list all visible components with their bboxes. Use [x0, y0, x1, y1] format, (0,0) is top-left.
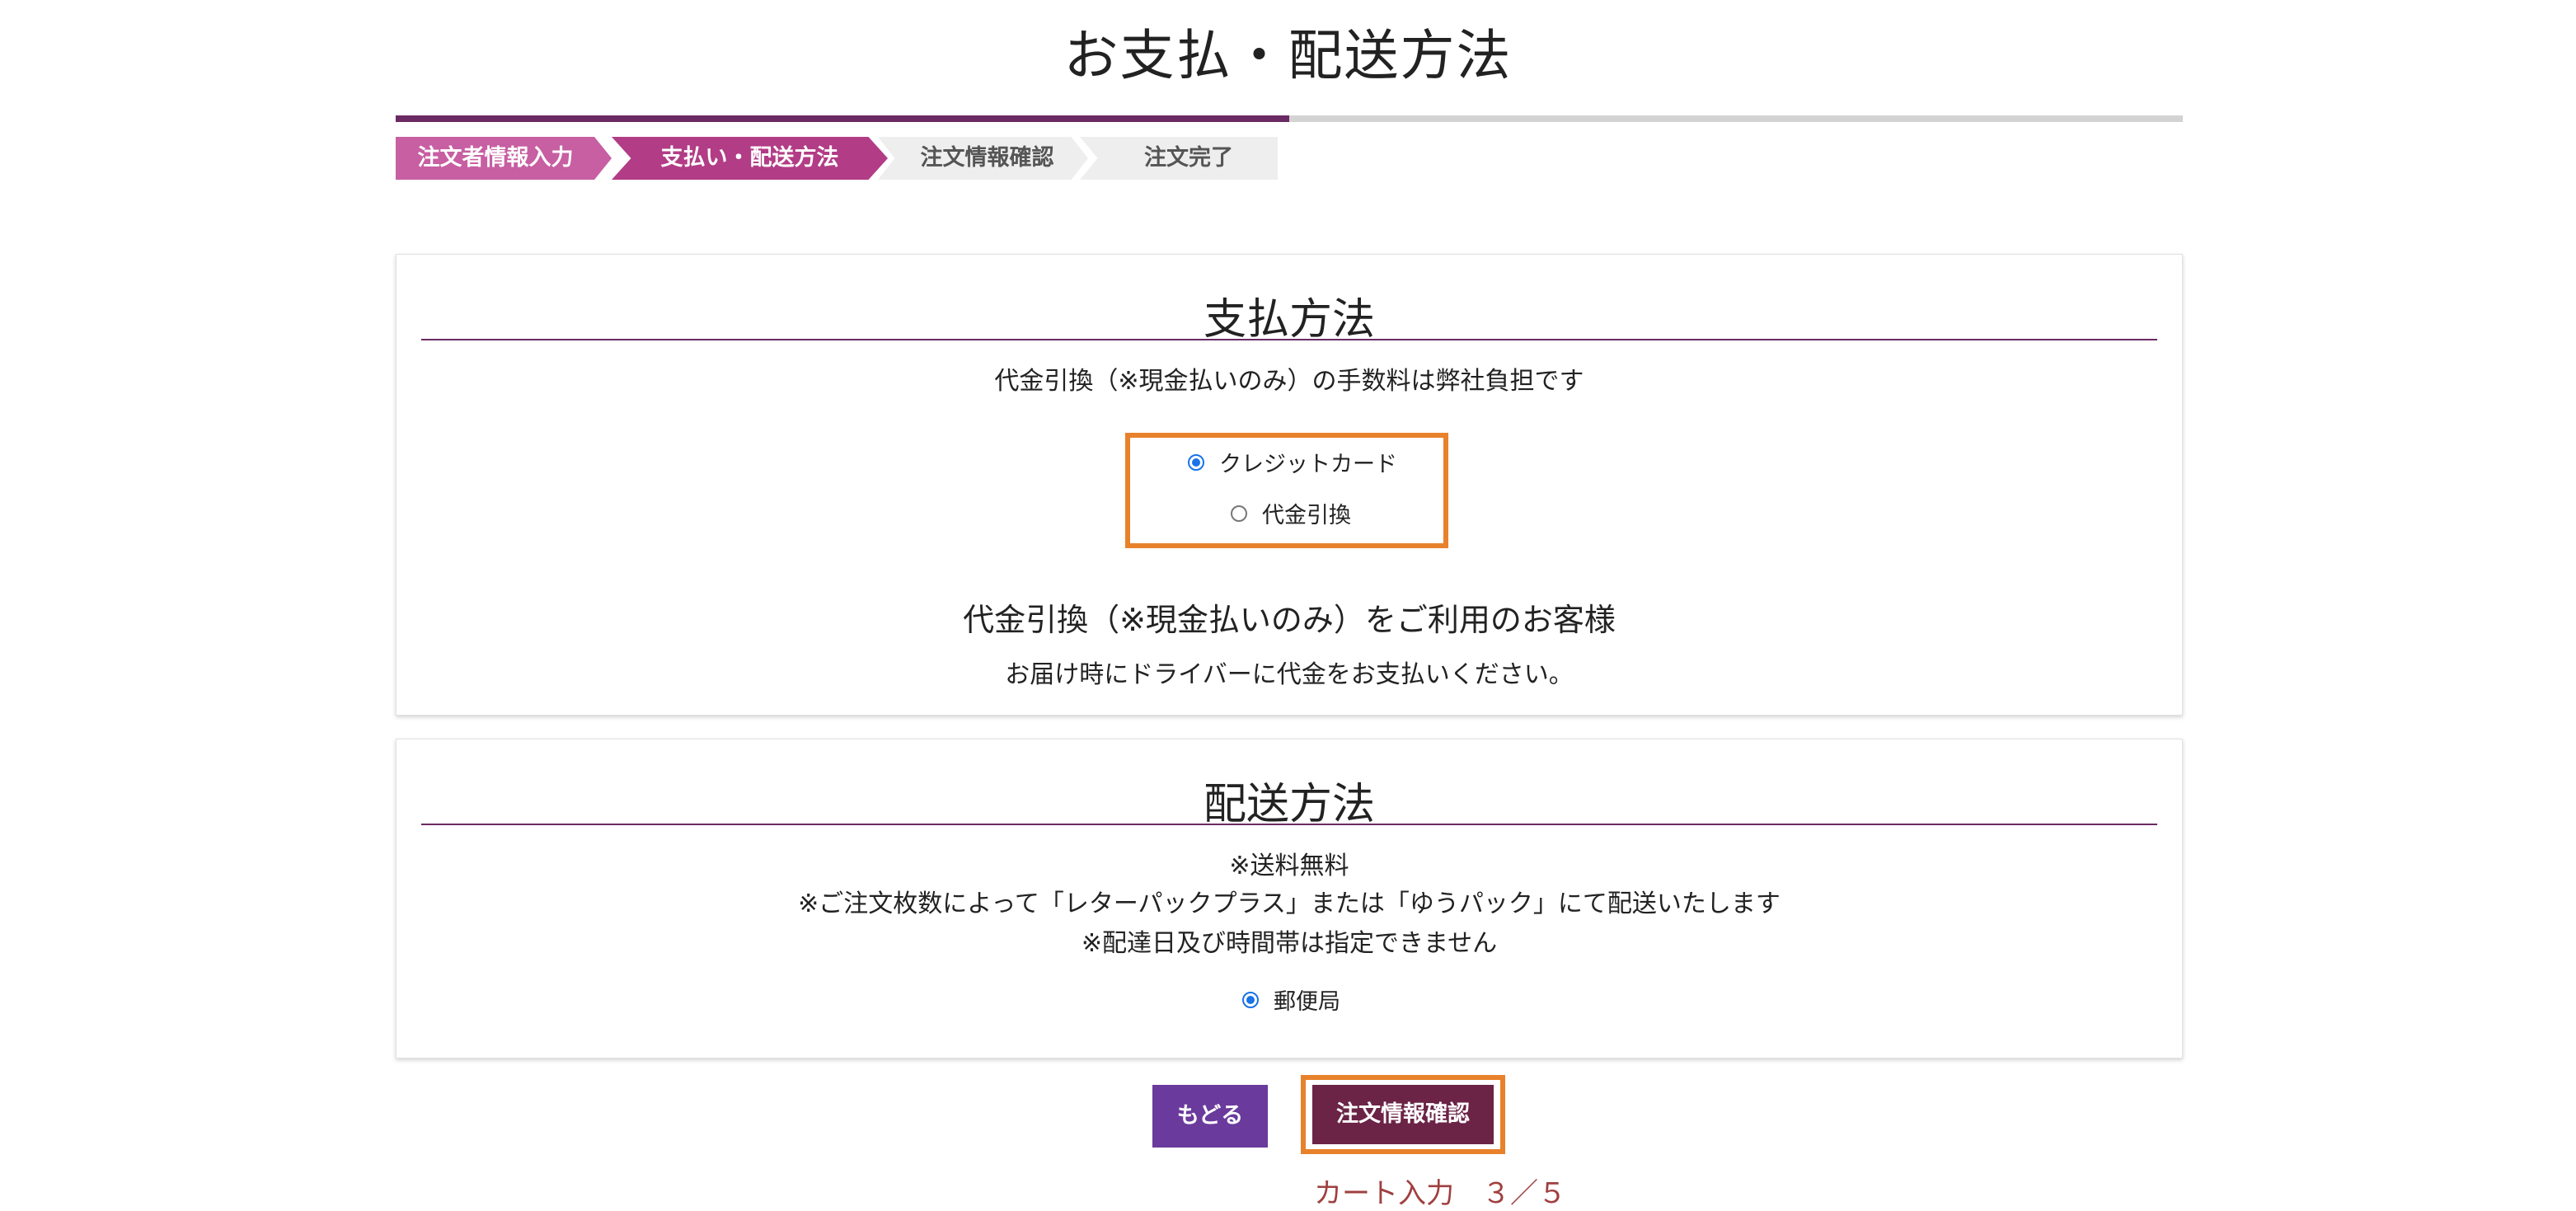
shipping-note-no-date: ※配達日及び時間帯は指定できません [1081, 929, 1498, 958]
shipping-method-panel: 配送方法 ※送料無料 ※ご注文枚数によって「レターパックプラス」または「ゆうパッ… [396, 739, 2183, 1058]
credit-card-radio[interactable] [1188, 453, 1204, 471]
confirm-button-highlight: 注文情報確認 [1301, 1075, 1505, 1154]
step-order-complete: 注文完了 [1080, 137, 1278, 180]
payment-option-credit-card[interactable]: クレジットカード [1188, 446, 1397, 478]
post-office-label: 郵便局 [1274, 989, 1340, 1015]
cart-step-indicator: カート入力 ３／５ [1314, 1177, 1566, 1210]
progress-bar-fill [396, 115, 1289, 122]
cod-label: 代金引換 [1262, 503, 1351, 528]
payment-heading: 支払方法 [421, 284, 2157, 345]
cod-heading: 代金引換（※現金払いのみ）をご利用のお客様 [963, 602, 1616, 638]
payment-option-cod[interactable]: 代金引換 [1231, 497, 1351, 529]
shipping-note-carrier: ※ご注文枚数によって「レターパックプラス」または「ゆうパック」にて配送いたします [798, 889, 1781, 918]
payment-fee-note: 代金引換（※現金払いのみ）の手数料は弊社負担です [994, 367, 1584, 396]
confirm-order-button[interactable]: 注文情報確認 [1312, 1085, 1494, 1144]
page-title: お支払・配送方法 [1063, 24, 1513, 87]
back-button[interactable]: もどる [1152, 1085, 1268, 1148]
shipping-option-post-office[interactable]: 郵便局 [1242, 983, 1340, 1016]
payment-options-highlight: クレジットカード 代金引換 [1125, 433, 1448, 548]
checkout-steps: 注文者情報入力 支払い・配送方法 注文情報確認 注文完了 [396, 137, 1278, 180]
payment-method-panel: 支払方法 代金引換（※現金払いのみ）の手数料は弊社負担です クレジットカード 代… [396, 254, 2183, 716]
progress-bar [396, 115, 2183, 122]
shipping-note-free: ※送料無料 [1229, 852, 1349, 880]
cod-radio[interactable] [1231, 505, 1247, 522]
credit-card-label: クレジットカード [1219, 452, 1397, 477]
cod-description: お届け時にドライバーに代金をお支払いください。 [1005, 660, 1574, 689]
step-order-confirm: 注文情報確認 [878, 137, 1088, 180]
step-payment-shipping: 支払い・配送方法 [612, 137, 888, 180]
shipping-heading: 配送方法 [421, 769, 2157, 829]
step-orderer-info: 注文者情報入力 [396, 137, 612, 180]
post-office-radio[interactable] [1242, 991, 1259, 1008]
